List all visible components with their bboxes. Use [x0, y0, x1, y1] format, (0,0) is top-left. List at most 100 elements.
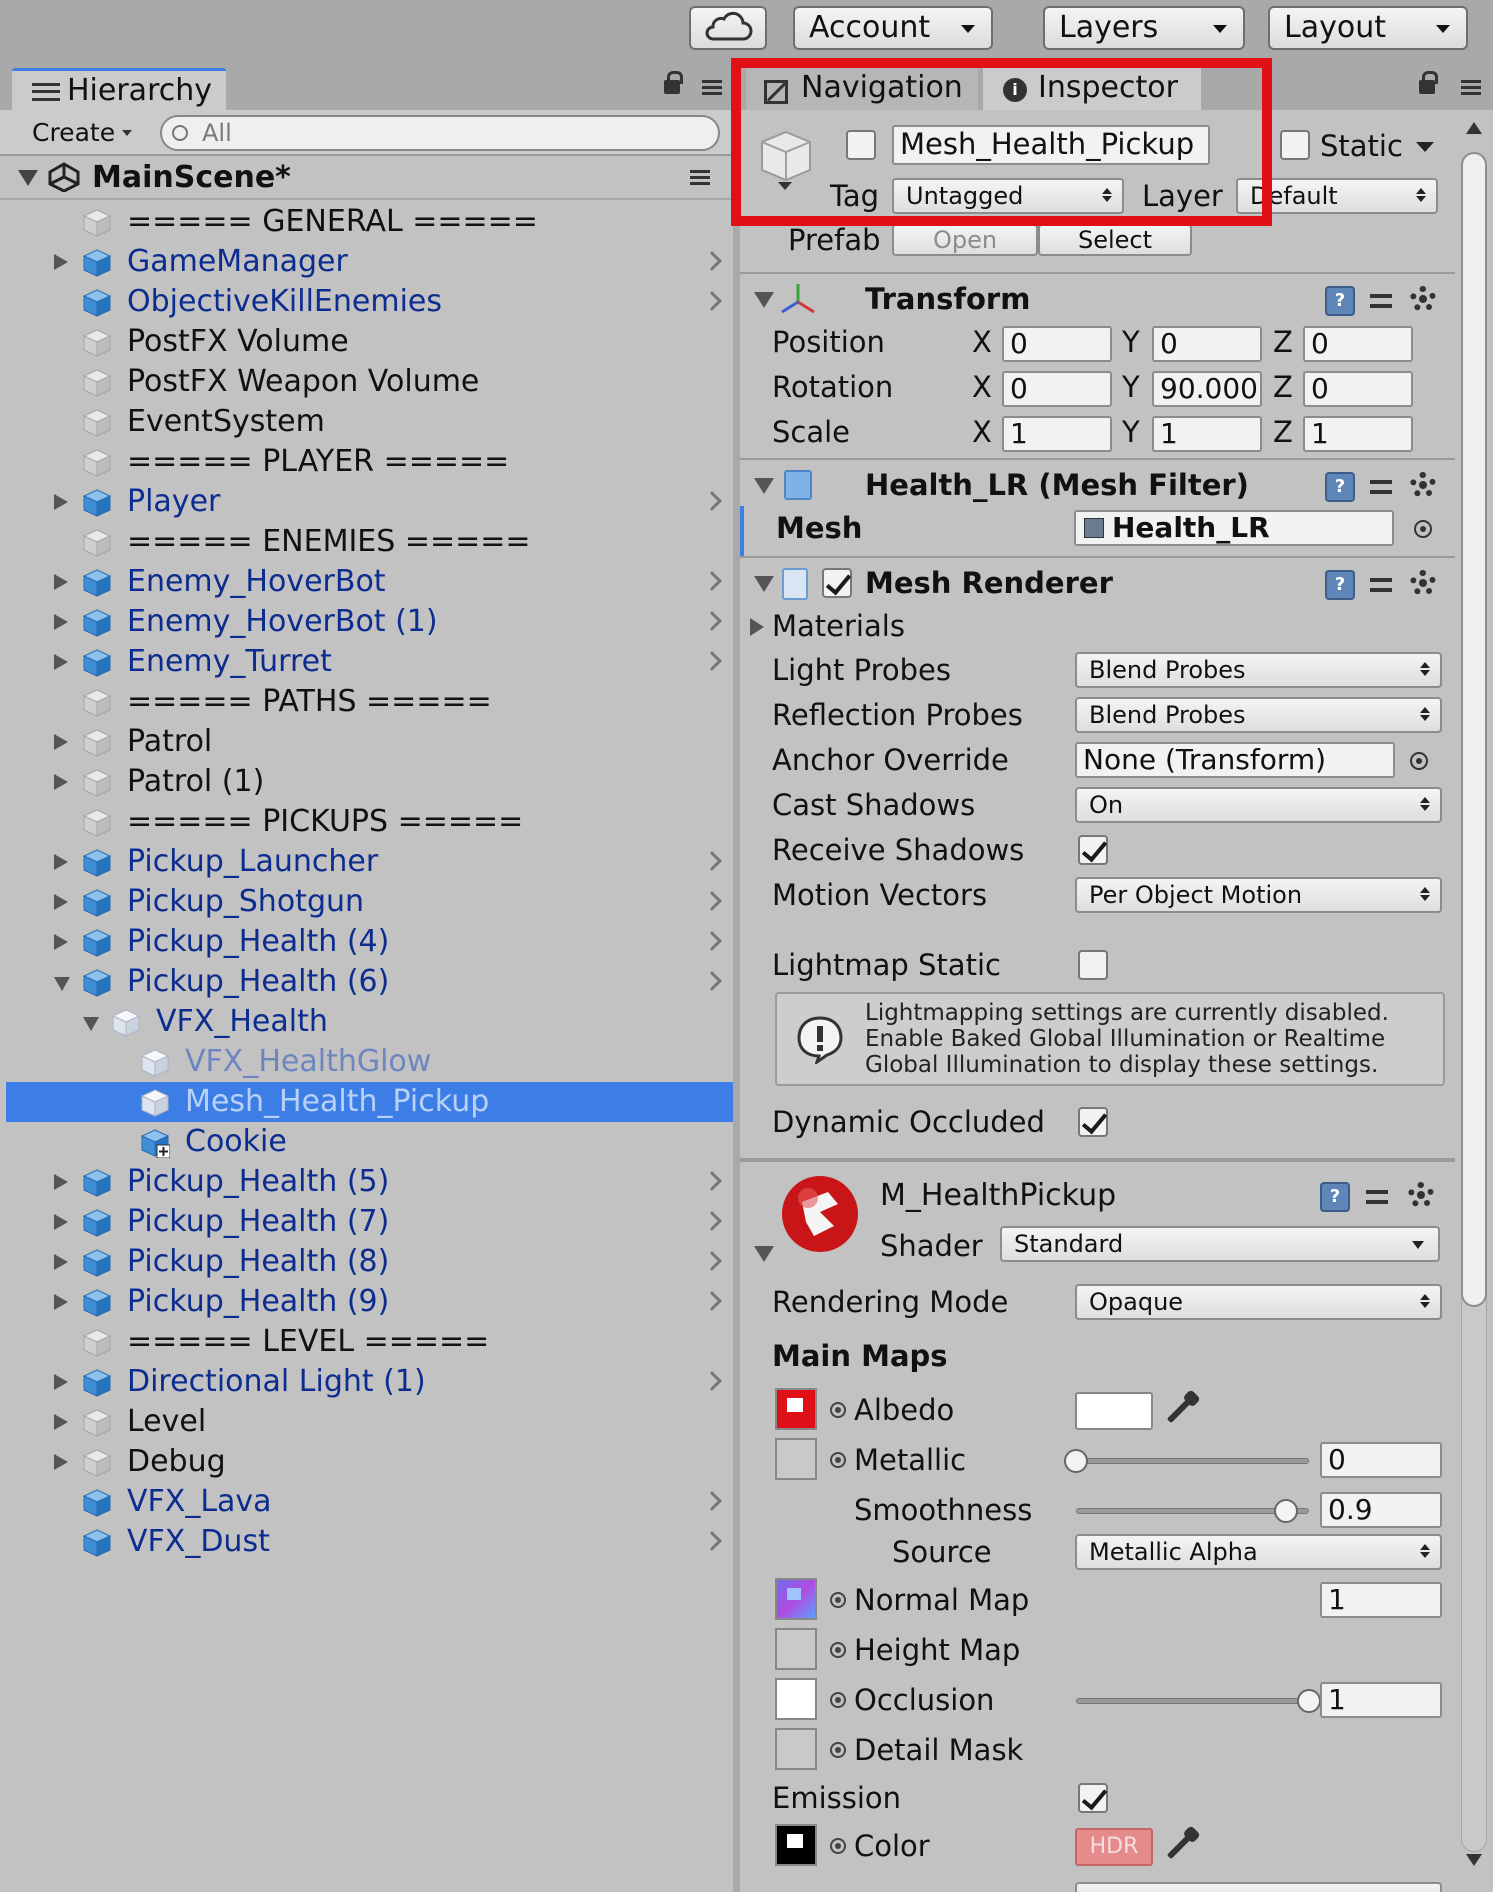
mesh-filter-header[interactable]: Health_LR (Mesh Filter) ? — [740, 458, 1455, 508]
hierarchy-item[interactable]: Pickup_Health (6) — [6, 962, 733, 1002]
shader-dropdown[interactable]: Standard — [1000, 1226, 1440, 1262]
albedo-texture-thumb[interactable] — [775, 1388, 817, 1430]
expand-arrow-icon[interactable] — [54, 574, 68, 590]
hierarchy-item[interactable]: Pickup_Shotgun — [6, 882, 733, 922]
scale-x-field[interactable]: 1 — [1002, 416, 1112, 452]
static-dropdown-icon[interactable] — [1416, 142, 1434, 152]
emission-texture-thumb[interactable] — [775, 1824, 817, 1866]
partial-dropdown[interactable] — [1075, 1882, 1442, 1892]
hierarchy-item[interactable]: ===== ENEMIES ===== — [6, 522, 733, 562]
occlusion-slider-knob[interactable] — [1297, 1689, 1321, 1713]
emission-color-swatch[interactable]: HDR — [1075, 1828, 1153, 1866]
chevron-right-icon[interactable] — [702, 571, 722, 591]
texture-slot-icon[interactable] — [830, 1692, 846, 1708]
static-checkbox[interactable] — [1280, 130, 1310, 160]
chevron-right-icon[interactable] — [702, 291, 722, 311]
mesh-field[interactable]: Health_LR — [1074, 510, 1394, 546]
detail-mask-texture-thumb[interactable] — [775, 1728, 817, 1770]
hierarchy-item[interactable]: GameManager — [6, 242, 733, 282]
mesh-renderer-enabled-checkbox[interactable] — [822, 568, 852, 598]
chevron-right-icon[interactable] — [702, 251, 722, 271]
smoothness-slider-knob[interactable] — [1273, 1499, 1298, 1523]
scene-header[interactable]: MainScene* — [0, 156, 733, 200]
prefab-select-button[interactable]: Select — [1038, 224, 1192, 256]
hierarchy-item[interactable]: Enemy_HoverBot — [6, 562, 733, 602]
hierarchy-item[interactable]: ===== PLAYER ===== — [6, 442, 733, 482]
chevron-right-icon[interactable] — [702, 851, 722, 871]
chevron-right-icon[interactable] — [702, 491, 722, 511]
hierarchy-item[interactable]: Patrol — [6, 722, 733, 762]
source-dropdown[interactable]: Metallic Alpha — [1075, 1534, 1442, 1570]
collapse-arrow-icon[interactable] — [18, 170, 38, 186]
chevron-right-icon[interactable] — [702, 611, 722, 631]
help-icon[interactable]: ? — [1320, 1182, 1350, 1212]
hierarchy-item[interactable]: Level — [6, 1402, 733, 1442]
scale-z-field[interactable]: 1 — [1303, 416, 1413, 452]
metallic-texture-thumb[interactable] — [775, 1438, 817, 1480]
account-dropdown[interactable]: Account — [793, 6, 993, 50]
scroll-up-icon[interactable] — [1466, 122, 1482, 134]
texture-slot-icon[interactable] — [830, 1402, 846, 1418]
expand-arrow-icon[interactable] — [54, 654, 68, 670]
object-picker-icon[interactable] — [1414, 520, 1432, 538]
hierarchy-item[interactable]: Patrol (1) — [6, 762, 733, 802]
tag-dropdown[interactable]: Untagged — [892, 178, 1124, 214]
cast-shadows-dropdown[interactable]: On — [1075, 787, 1442, 823]
rotation-x-field[interactable]: 0 — [1002, 371, 1112, 407]
hierarchy-item[interactable]: PostFX Volume — [6, 322, 733, 362]
chevron-right-icon[interactable] — [702, 1251, 722, 1271]
hierarchy-item[interactable]: Player — [6, 482, 733, 522]
gear-icon[interactable] — [1410, 472, 1436, 498]
scroll-down-icon[interactable] — [1466, 1854, 1482, 1866]
expand-arrow-icon[interactable] — [54, 894, 68, 910]
texture-slot-icon[interactable] — [830, 1838, 846, 1854]
hierarchy-item[interactable]: EventSystem — [6, 402, 733, 442]
reflection-probes-dropdown[interactable]: Blend Probes — [1075, 697, 1442, 733]
layout-dropdown[interactable]: Layout — [1268, 6, 1468, 50]
scrollbar-thumb[interactable] — [1461, 152, 1487, 1307]
help-icon[interactable]: ? — [1325, 570, 1355, 600]
expand-arrow-icon[interactable] — [54, 1214, 68, 1230]
motion-vectors-dropdown[interactable]: Per Object Motion — [1075, 877, 1442, 913]
texture-slot-icon[interactable] — [830, 1642, 846, 1658]
hierarchy-item[interactable]: Pickup_Health (8) — [6, 1242, 733, 1282]
gear-icon[interactable] — [1410, 570, 1436, 596]
normal-map-value-field[interactable]: 1 — [1320, 1582, 1442, 1618]
presets-icon[interactable] — [1370, 474, 1396, 500]
light-probes-dropdown[interactable]: Blend Probes — [1075, 652, 1442, 688]
chevron-right-icon[interactable] — [702, 1531, 722, 1551]
collapse-arrow-icon[interactable] — [754, 1246, 774, 1262]
texture-slot-icon[interactable] — [830, 1592, 846, 1608]
position-z-field[interactable]: 0 — [1303, 326, 1413, 362]
eyedropper-icon[interactable] — [1166, 1394, 1196, 1424]
dynamic-occluded-checkbox[interactable] — [1078, 1107, 1108, 1137]
texture-slot-icon[interactable] — [830, 1742, 846, 1758]
eyedropper-icon[interactable] — [1166, 1830, 1196, 1860]
chevron-right-icon[interactable] — [702, 1291, 722, 1311]
transform-header[interactable]: Transform ? — [740, 272, 1455, 322]
layer-dropdown[interactable]: Default — [1236, 178, 1438, 214]
panel-menu-icon[interactable] — [702, 80, 722, 95]
hierarchy-item[interactable]: ===== GENERAL ===== — [6, 202, 733, 242]
panel-menu-icon[interactable] — [1461, 80, 1481, 95]
position-y-field[interactable]: 0 — [1152, 326, 1262, 362]
lock-icon[interactable] — [664, 71, 683, 94]
smoothness-value-field[interactable]: 0.9 — [1320, 1492, 1442, 1528]
tab-inspector[interactable]: i Inspector — [983, 68, 1201, 110]
create-button[interactable]: Create — [18, 116, 142, 150]
inspector-scrollbar[interactable] — [1455, 110, 1493, 1892]
occlusion-value-field[interactable]: 1 — [1320, 1682, 1442, 1718]
hierarchy-item[interactable]: Cookie — [6, 1122, 733, 1162]
collapse-arrow-icon[interactable] — [54, 977, 70, 991]
hierarchy-item[interactable]: Debug — [6, 1442, 733, 1482]
chevron-right-icon[interactable] — [702, 1491, 722, 1511]
chevron-right-icon[interactable] — [702, 1371, 722, 1391]
emission-checkbox[interactable] — [1078, 1783, 1108, 1813]
search-input[interactable]: All — [160, 115, 720, 151]
rotation-z-field[interactable]: 0 — [1303, 371, 1413, 407]
hierarchy-item[interactable]: Pickup_Health (9) — [6, 1282, 733, 1322]
receive-shadows-checkbox[interactable] — [1078, 835, 1108, 865]
albedo-color-swatch[interactable] — [1075, 1392, 1153, 1430]
prefab-open-button[interactable]: Open — [892, 224, 1038, 256]
presets-icon[interactable] — [1370, 572, 1396, 598]
